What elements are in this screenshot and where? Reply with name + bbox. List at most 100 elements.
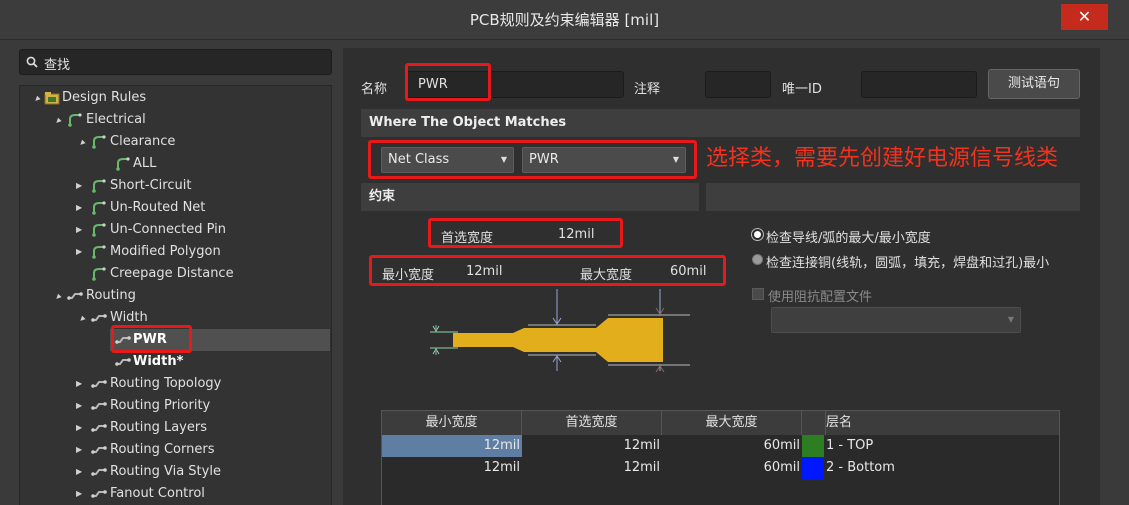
- net-class-dropdown[interactable]: PWR ▼: [522, 147, 686, 173]
- match-type-value: Net Class: [388, 152, 450, 167]
- impedance-profile-checkbox[interactable]: [752, 288, 764, 300]
- grid-cell-max[interactable]: 60mil: [662, 435, 802, 457]
- min-width-label: 最小宽度: [382, 268, 435, 283]
- tree-item-label: Width: [110, 310, 148, 325]
- routing-rule-icon: [91, 468, 107, 476]
- option-check-copper-radio[interactable]: [752, 254, 763, 265]
- expand-arrow-icon[interactable]: ▶: [76, 417, 86, 439]
- name-input[interactable]: PWR: [406, 71, 624, 98]
- tree-item-all[interactable]: ALL: [0, 153, 330, 175]
- grid-cell-layer: 2 - Bottom: [826, 460, 895, 475]
- expand-arrow-icon[interactable]: ▶: [76, 461, 86, 483]
- electrical-rule-icon: [92, 179, 106, 193]
- expand-arrow-icon[interactable]: ▶: [76, 373, 86, 395]
- tree-item-width[interactable]: ▲ Width: [0, 307, 330, 329]
- tree-item-label: Creepage Distance: [110, 266, 234, 281]
- tree-item-clearance[interactable]: ▲ Clearance: [0, 131, 330, 153]
- layer-width-grid[interactable]: 最小宽度 首选宽度 最大宽度 层名 12mil 12mil 60mil 1 - TOP…: [381, 410, 1060, 505]
- grid-header-min[interactable]: 最小宽度: [382, 411, 522, 435]
- comment-input[interactable]: [705, 71, 771, 98]
- expand-arrow-icon[interactable]: ▶: [76, 439, 86, 461]
- tree-item-design-rules[interactable]: ▲ Design Rules: [0, 87, 330, 109]
- expand-arrow-icon[interactable]: ▶: [76, 483, 86, 505]
- annotation-text: 选择类，需要先创建好电源信号线类: [706, 146, 1059, 171]
- grid-cell-preferred[interactable]: 12mil: [522, 457, 662, 479]
- impedance-profile-dropdown[interactable]: ▼: [771, 307, 1021, 333]
- electrical-rule-icon: [116, 157, 130, 171]
- electrical-rule-icon: [92, 201, 106, 215]
- search-input[interactable]: 查找: [19, 49, 332, 75]
- tree-item-unrouted-net[interactable]: ▶ Un-Routed Net: [0, 197, 330, 219]
- search-placeholder: 查找: [44, 58, 71, 73]
- tree-item-short-circuit[interactable]: ▶ Short-Circuit: [0, 175, 330, 197]
- preferred-width-value[interactable]: 12mil: [558, 227, 594, 242]
- collapse-arrow-icon[interactable]: ▲: [72, 133, 90, 151]
- tree-item-width-star[interactable]: Width*: [0, 351, 330, 373]
- tree-item-routing-topology[interactable]: ▶ Routing Topology: [0, 373, 330, 395]
- tree-item-label: Modified Polygon: [110, 244, 221, 259]
- name-label: 名称: [361, 82, 388, 97]
- routing-rule-icon: [115, 358, 131, 366]
- test-query-button[interactable]: 测试语句: [988, 69, 1080, 99]
- tree-item-label: Routing Via Style: [110, 464, 221, 479]
- uid-input[interactable]: [861, 71, 977, 98]
- tree-item-electrical[interactable]: ▲ Electrical: [0, 109, 330, 131]
- grid-header-color: [802, 411, 826, 435]
- tree-item-pwr[interactable]: PWR: [0, 329, 330, 351]
- tree-item-label: PWR: [133, 332, 167, 347]
- tree-item-routing-priority[interactable]: ▶ Routing Priority: [0, 395, 330, 417]
- electrical-rule-icon: [92, 245, 106, 259]
- max-width-value[interactable]: 60mil: [670, 264, 706, 279]
- grid-cell-min[interactable]: 12mil: [382, 457, 522, 479]
- min-width-value[interactable]: 12mil: [466, 264, 502, 279]
- chevron-down-icon: ▼: [1007, 315, 1014, 324]
- tree-item-routing-layers[interactable]: ▶ Routing Layers: [0, 417, 330, 439]
- routing-rule-icon: [91, 424, 107, 432]
- max-width-label: 最大宽度: [580, 268, 633, 283]
- grid-cell-min[interactable]: 12mil: [382, 435, 522, 457]
- grid-cell-max[interactable]: 60mil: [662, 457, 802, 479]
- grid-cell-preferred[interactable]: 12mil: [522, 435, 662, 457]
- close-icon: ✕: [1077, 7, 1092, 26]
- tree-item-routing-via-style[interactable]: ▶ Routing Via Style: [0, 461, 330, 483]
- rules-folder-icon: [44, 92, 60, 105]
- tree-item-unconnected-pin[interactable]: ▶ Un-Connected Pin: [0, 219, 330, 241]
- grid-header-preferred[interactable]: 首选宽度: [522, 411, 662, 435]
- window-title: PCB规则及约束编辑器 [mil]: [469, 11, 660, 29]
- tree-item-label: Electrical: [86, 112, 146, 127]
- tree-item-label: Routing: [86, 288, 136, 303]
- expand-arrow-icon[interactable]: ▶: [76, 197, 86, 219]
- option-check-copper-label: 检查连接铜(线轨，圆弧，填充，焊盘和过孔)最小: [766, 256, 1050, 271]
- expand-arrow-icon[interactable]: ▶: [76, 241, 86, 263]
- grid-header-layer[interactable]: 层名: [826, 411, 1059, 435]
- electrical-rule-icon: [92, 223, 106, 237]
- tree-item-label: Routing Layers: [110, 420, 207, 435]
- grid-header-max[interactable]: 最大宽度: [662, 411, 802, 435]
- tree-item-routing-corners[interactable]: ▶ Routing Corners: [0, 439, 330, 461]
- expand-arrow-icon[interactable]: ▶: [76, 175, 86, 197]
- tree-item-label: Fanout Control: [110, 486, 205, 501]
- option-check-trace-width-radio[interactable]: [752, 229, 763, 240]
- match-type-dropdown[interactable]: Net Class ▼: [381, 147, 514, 173]
- tree-item-label: Clearance: [110, 134, 176, 149]
- routing-rule-icon: [91, 490, 107, 498]
- chevron-down-icon: ▼: [672, 155, 679, 164]
- constraints-header: 约束: [361, 183, 699, 211]
- option-check-trace-width-label: 检查导线/弧的最大/最小宽度: [766, 231, 931, 246]
- tree-item-fanout-control[interactable]: ▶ Fanout Control: [0, 483, 330, 505]
- close-button[interactable]: ✕: [1061, 4, 1108, 30]
- tree-item-creepage-distance[interactable]: Creepage Distance: [0, 263, 330, 285]
- collapse-arrow-icon[interactable]: ▲: [27, 89, 45, 107]
- tree-item-modified-polygon[interactable]: ▶ Modified Polygon: [0, 241, 330, 263]
- expand-arrow-icon[interactable]: ▶: [76, 219, 86, 241]
- where-header: Where The Object Matches: [361, 109, 1080, 137]
- collapse-arrow-icon[interactable]: ▲: [48, 287, 66, 305]
- tree-item-routing[interactable]: ▲ Routing: [0, 285, 330, 307]
- collapse-arrow-icon[interactable]: ▲: [72, 309, 90, 327]
- expand-arrow-icon[interactable]: ▶: [76, 395, 86, 417]
- electrical-rule-icon: [92, 267, 106, 281]
- collapse-arrow-icon[interactable]: ▲: [48, 111, 66, 129]
- routing-rule-icon: [91, 380, 107, 388]
- constraints-header-tail: [706, 183, 1080, 211]
- electrical-rule-icon: [92, 135, 106, 149]
